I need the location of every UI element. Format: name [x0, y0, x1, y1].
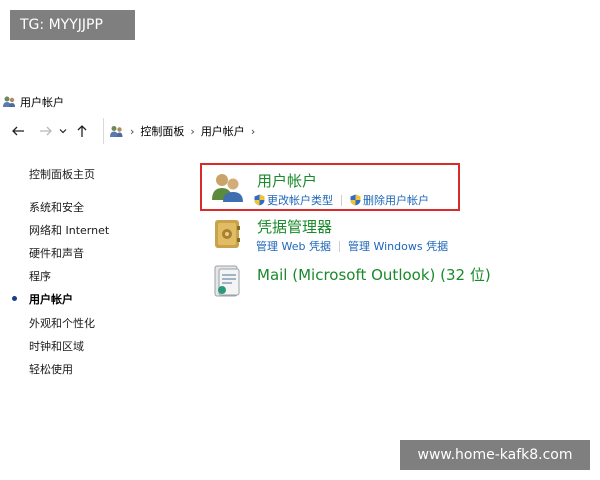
chevron-down-icon	[59, 129, 67, 134]
sidebar-item-system-security[interactable]: 系统和安全	[29, 199, 84, 215]
mail-icon	[214, 265, 240, 297]
user-accounts-icon	[3, 96, 15, 107]
credential-vault-icon	[215, 220, 240, 248]
sidebar-item-appearance[interactable]: 外观和个性化	[29, 315, 95, 331]
tag-label: TG: MYYJJPP	[10, 10, 135, 40]
sidebar-item-hardware-sound[interactable]: 硬件和声音	[29, 245, 84, 261]
up-button[interactable]	[73, 122, 91, 140]
link-label[interactable]: 更改帐户类型	[267, 192, 333, 208]
sidebar-item-ease-of-access[interactable]: 轻松使用	[29, 361, 73, 377]
window-title: 用户帐户	[20, 96, 64, 109]
back-button[interactable]	[9, 122, 27, 140]
recent-locations-button[interactable]	[57, 122, 69, 140]
watermark: www.home-kafk8.com	[400, 440, 590, 470]
sidebar-item-programs[interactable]: 程序	[29, 268, 51, 284]
category-links: 更改帐户类型 删除用户帐户	[254, 192, 429, 208]
arrow-up-icon	[77, 125, 87, 137]
link-label[interactable]: 删除用户帐户	[363, 192, 429, 208]
window-titlebar: 用户帐户	[2, 94, 64, 110]
arrow-right-icon	[40, 126, 52, 136]
chevron-right-icon: ›	[130, 124, 135, 138]
category-title[interactable]: 凭据管理器	[257, 216, 332, 237]
category-title[interactable]: Mail (Microsoft Outlook) (32 位)	[257, 264, 491, 285]
shield-icon	[254, 194, 265, 206]
category-title[interactable]: 用户帐户	[257, 170, 317, 191]
user-accounts-icon	[110, 125, 123, 137]
chevron-right-icon[interactable]: ›	[190, 125, 194, 138]
chevron-right-icon[interactable]: ›	[251, 125, 255, 138]
sidebar-item-user-accounts[interactable]: 用户帐户	[29, 291, 73, 307]
sidebar-item-network[interactable]: 网络和 Internet	[29, 222, 109, 238]
address-bar[interactable]: › 控制面板 › 用户帐户 ›	[103, 118, 600, 144]
link-divider	[341, 194, 342, 206]
change-account-type-link[interactable]: 更改帐户类型	[254, 192, 333, 208]
category-links: 管理 Web 凭据 管理 Windows 凭据	[256, 238, 448, 254]
remove-user-accounts-link[interactable]: 删除用户帐户	[350, 192, 429, 208]
arrow-left-icon	[12, 126, 24, 136]
manage-windows-credentials-link[interactable]: 管理 Windows 凭据	[348, 238, 448, 254]
breadcrumb-user-accounts[interactable]: 用户帐户	[201, 123, 245, 139]
link-divider	[338, 240, 340, 252]
forward-button[interactable]	[37, 122, 55, 140]
manage-web-credentials-link[interactable]: 管理 Web 凭据	[256, 238, 331, 254]
sidebar-item-home[interactable]: 控制面板主页	[29, 166, 95, 182]
breadcrumb-control-panel[interactable]: 控制面板	[140, 123, 184, 139]
user-accounts-icon	[212, 174, 243, 202]
active-bullet	[12, 296, 17, 301]
sidebar-item-clock-region[interactable]: 时钟和区域	[29, 338, 84, 354]
shield-icon	[350, 194, 361, 206]
